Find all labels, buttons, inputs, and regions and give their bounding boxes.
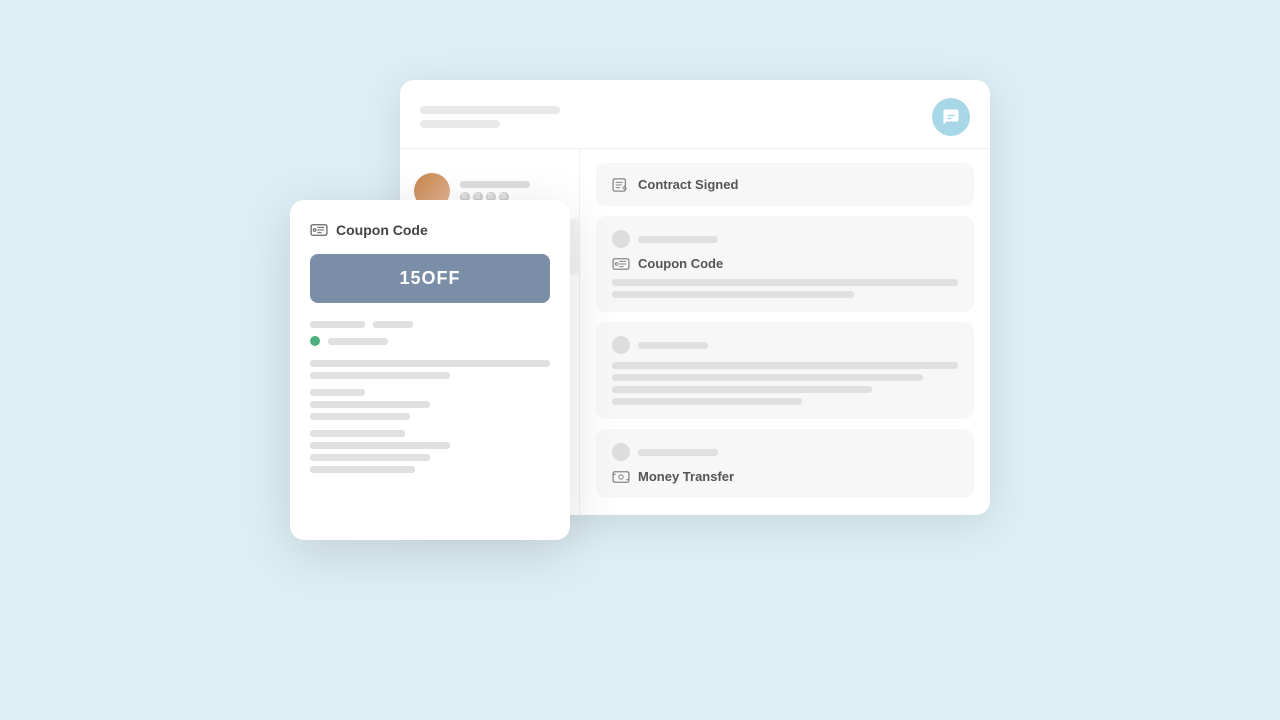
ph-line [310,389,365,396]
meta-row-1 [310,321,550,328]
money-transfer-title: Money Transfer [612,469,958,484]
ticket-icon [310,223,328,237]
scene: ⬜ ⬜ ⬜ ⬜ ⬜ ⬜ ⬜ [290,80,990,640]
coupon-avatar [612,230,630,248]
coupon-section-1 [310,360,550,379]
money-icon [612,470,630,484]
ph-line [612,374,923,381]
contract-signed-row: Contract Signed [596,163,974,206]
ph-line [310,372,450,379]
ph-line [310,401,430,408]
contract-signed-label: Contract Signed [638,177,738,192]
meta-row-2 [310,336,550,346]
ph-line [310,442,450,449]
placeholder-lines [612,362,958,405]
chat-icon [942,108,960,126]
ph-line [612,386,872,393]
ph-line [612,291,854,298]
ph-line [612,362,958,369]
contract-signed-title: Contract Signed [612,177,958,192]
money-transfer-label: Money Transfer [638,469,734,484]
meta-line [638,342,708,349]
ph-line [310,360,550,367]
meta-ph-2 [373,321,413,328]
meta-line [638,236,718,243]
money-meta [612,443,958,461]
coupon-label-text: Coupon Code [638,256,723,271]
coupon-card-title: Coupon Code [310,222,550,238]
main-card-header [400,80,990,149]
document-icon [612,178,630,192]
sidebar-info: ⬜ ⬜ ⬜ ⬜ [460,181,565,202]
ph-line [612,279,958,286]
coupon-placeholder-lines [612,279,958,298]
header-lines [420,106,560,128]
header-avatar[interactable] [932,98,970,136]
meta-line [638,449,718,456]
content-panel: Contract Signed [580,149,990,515]
header-line-2 [420,120,500,128]
money-transfer-row: Money Transfer [596,429,974,498]
meta-ph-1 [310,321,365,328]
coupon-card-meta [310,321,550,346]
coupon-code-label: Coupon Code [612,256,958,271]
placeholder-meta [612,336,958,354]
coupon-code-value: 15OFF [399,268,460,288]
name-line [460,181,530,188]
ph-line [612,398,802,405]
ticket-icon [612,257,630,271]
coupon-code-content-row: Coupon Code [596,216,974,312]
ph-line [310,454,430,461]
coupon-card: Coupon Code 15OFF [290,200,570,540]
header-line-1 [420,106,560,114]
placeholder-avatar [612,336,630,354]
coupon-card-title-text: Coupon Code [336,222,428,238]
coupon-code-button[interactable]: 15OFF [310,254,550,303]
coupon-section-3 [310,430,550,473]
placeholder-content-row [596,322,974,419]
status-dot [310,336,320,346]
ph-line [310,413,410,420]
coupon-meta [612,230,958,248]
status-label-line [328,338,388,345]
ph-line [310,430,405,437]
money-avatar [612,443,630,461]
coupon-section-2 [310,389,550,420]
ph-line [310,466,415,473]
